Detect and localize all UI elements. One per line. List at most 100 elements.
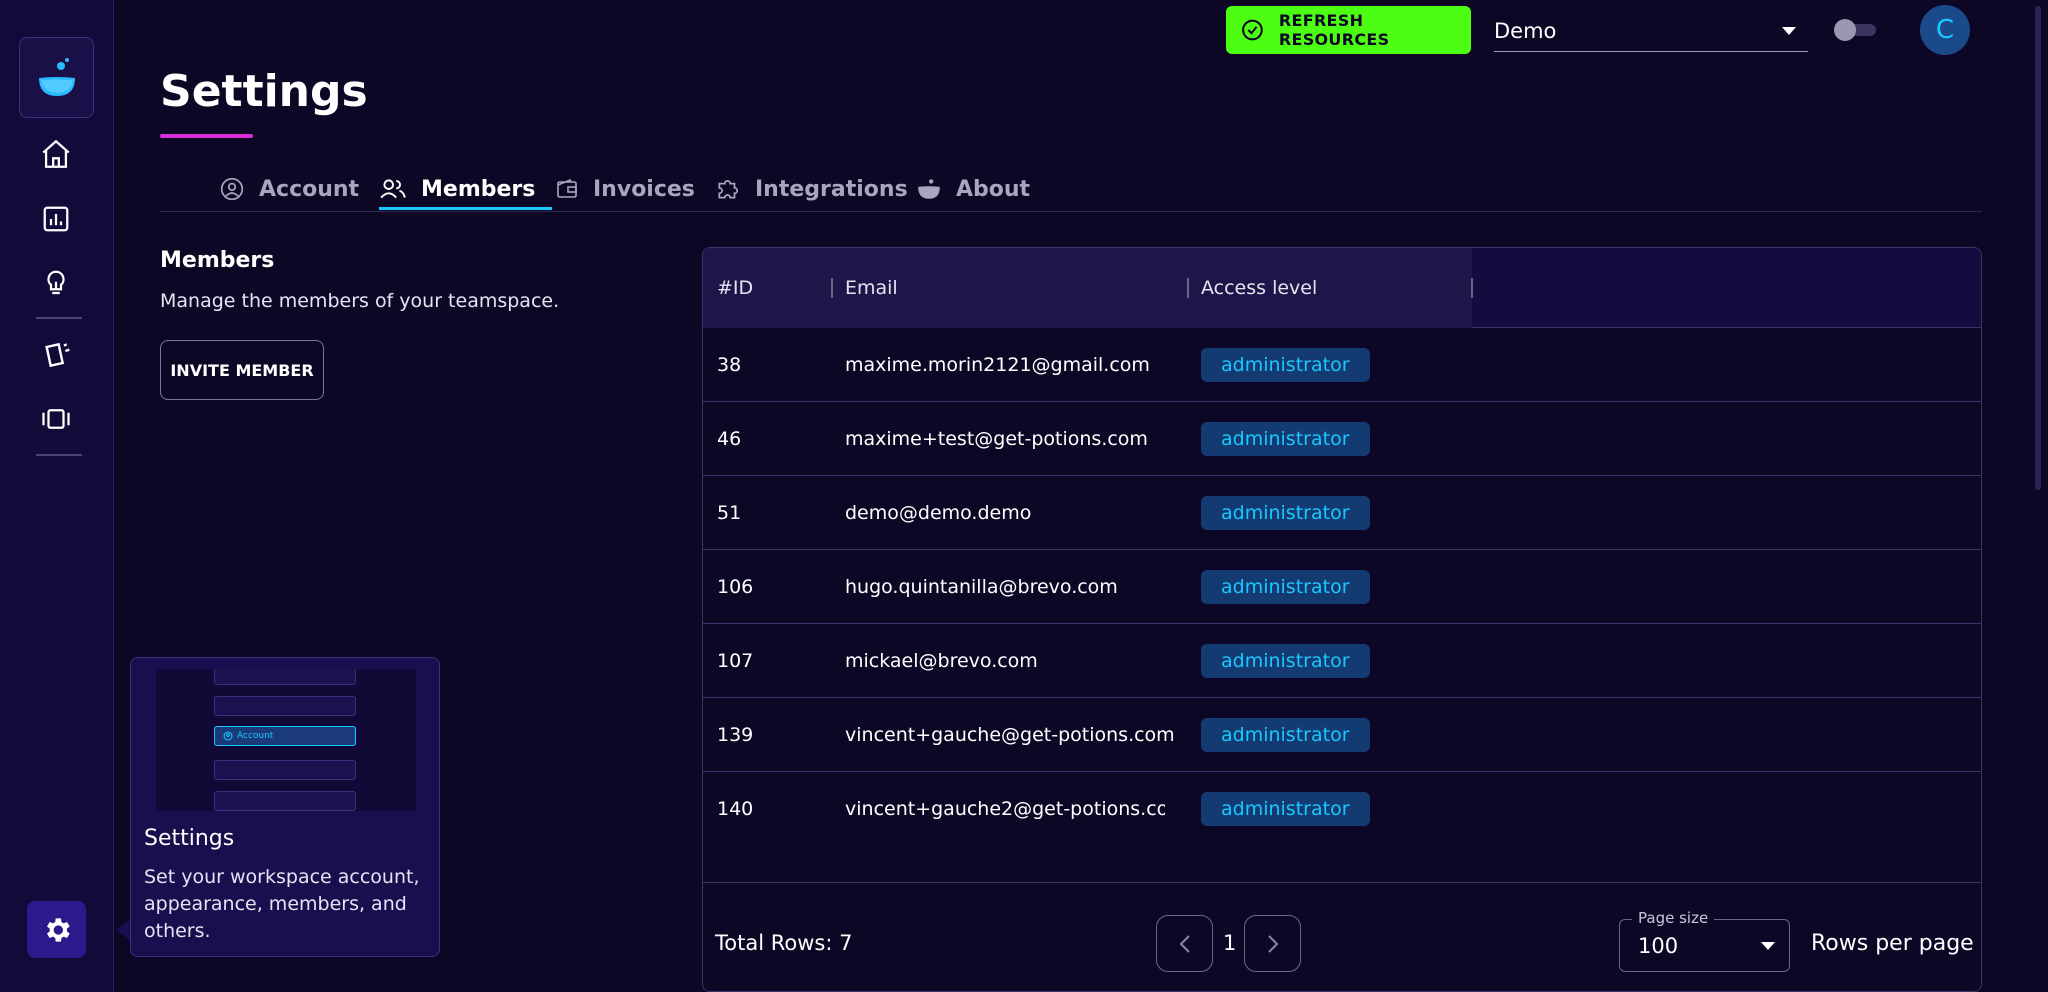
tooltip-description: Set your workspace account, appearance, …: [144, 866, 420, 942]
tab-label: Members: [421, 176, 536, 202]
caret-down-icon: [1761, 942, 1775, 950]
access-badge: administrator: [1201, 570, 1370, 604]
cell-id: 46: [717, 428, 742, 450]
sidebar: [0, 0, 114, 992]
chevron-left-icon: [1179, 934, 1190, 953]
chart-icon[interactable]: [36, 199, 76, 239]
column-resize-handle[interactable]: [1471, 278, 1473, 298]
refresh-resources-button[interactable]: REFRESH RESOURCES: [1226, 6, 1471, 54]
next-page-button[interactable]: [1244, 915, 1301, 972]
cell-email: maxime.morin2121@gmail.com: [845, 354, 1150, 376]
table-header: #ID Email Access level: [703, 248, 1981, 328]
column-header-access[interactable]: Access level: [1201, 248, 1317, 328]
table-row[interactable]: 107 mickael@brevo.com administrator: [703, 624, 1981, 698]
cell-email: maxime+test@get-potions.com: [845, 428, 1148, 450]
cell-access: administrator: [1201, 402, 1370, 476]
access-badge: administrator: [1201, 644, 1370, 678]
cell-email: hugo.quintanilla@brevo.com: [845, 576, 1118, 598]
workspace-select[interactable]: Demo: [1494, 10, 1808, 52]
tab-members[interactable]: Members: [379, 166, 535, 212]
members-table: #ID Email Access level 38 maxime.morin21…: [702, 247, 1982, 992]
cell-email: vincent+gauche2@get-potions.com: [845, 798, 1165, 820]
title-underline: [160, 134, 253, 138]
page-title: Settings: [160, 66, 368, 117]
tab-account[interactable]: Account: [219, 166, 359, 212]
cell-id: 107: [717, 650, 754, 672]
page-scrollbar[interactable]: [2033, 0, 2043, 992]
tab-integrations[interactable]: Integrations: [715, 166, 908, 212]
prev-page-button[interactable]: [1156, 915, 1213, 972]
avatar[interactable]: C: [1920, 5, 1970, 55]
preview-item-label: Account: [237, 731, 274, 741]
settings-button[interactable]: [27, 901, 86, 958]
cell-access: administrator: [1201, 698, 1370, 772]
settings-tooltip: Account Settings Set your workspace acco…: [130, 657, 440, 957]
access-badge: administrator: [1201, 422, 1370, 456]
cell-access: administrator: [1201, 550, 1370, 624]
tab-about[interactable]: About: [916, 166, 1030, 212]
cell-id: 51: [717, 502, 742, 524]
carousel-icon[interactable]: [36, 399, 76, 439]
nav-divider: [36, 454, 82, 456]
access-badge: administrator: [1201, 348, 1370, 382]
cell-id: 139: [717, 724, 754, 746]
table-row[interactable]: 51 demo@demo.demo administrator: [703, 476, 1981, 550]
tab-label: Invoices: [593, 176, 695, 202]
table-header-shaded: [703, 248, 1472, 328]
column-resize-handle[interactable]: [1187, 278, 1189, 298]
page-size-select[interactable]: Page size 100: [1619, 909, 1790, 972]
cards-icon[interactable]: [36, 335, 76, 375]
column-header-email[interactable]: Email: [845, 248, 898, 328]
tab-invoices[interactable]: Invoices: [555, 166, 695, 212]
potion-icon: [918, 179, 940, 199]
cell-email: vincent+gauche@get-potions.com: [845, 724, 1175, 746]
cell-id: 38: [717, 354, 742, 376]
members-section-title: Members: [160, 248, 275, 273]
invite-member-button[interactable]: INVITE MEMBER: [160, 340, 324, 400]
tooltip-title: Settings: [144, 826, 235, 851]
access-badge: administrator: [1201, 496, 1370, 530]
tab-label: Integrations: [755, 176, 908, 202]
caret-down-icon: [1782, 26, 1796, 35]
table-row[interactable]: 38 maxime.morin2121@gmail.com administra…: [703, 328, 1981, 402]
page-size-label: Page size: [1632, 909, 1715, 927]
nav-divider: [36, 317, 82, 319]
cell-id: 140: [717, 798, 754, 820]
members-section-description: Manage the members of your teamspace.: [160, 290, 560, 312]
wallet-icon: [557, 178, 577, 198]
table-row[interactable]: 139 vincent+gauche@get-potions.com admin…: [703, 698, 1981, 772]
gear-icon: [46, 917, 70, 942]
cell-email: mickael@brevo.com: [845, 650, 1038, 672]
access-badge: administrator: [1201, 792, 1370, 826]
rows-per-page-label: Rows per page: [1811, 931, 1974, 956]
column-resize-handle[interactable]: [831, 278, 833, 298]
toggle-knob: [1834, 19, 1856, 41]
column-header-id[interactable]: #ID: [717, 248, 753, 328]
cell-email: demo@demo.demo: [845, 502, 1032, 524]
users-icon: [380, 179, 406, 199]
workspace-value: Demo: [1494, 18, 1557, 43]
preview-bar: [214, 791, 356, 811]
theme-toggle[interactable]: [1834, 19, 1878, 41]
puzzle-icon: [718, 180, 739, 199]
current-page: 1: [1223, 931, 1237, 955]
table-row[interactable]: 140 vincent+gauche2@get-potions.com admi…: [703, 772, 1981, 846]
cell-access: administrator: [1201, 772, 1370, 846]
tab-label: Account: [259, 176, 360, 202]
table-row[interactable]: 106 hugo.quintanilla@brevo.com administr…: [703, 550, 1981, 624]
table-row[interactable]: 46 maxime+test@get-potions.com administr…: [703, 402, 1981, 476]
lightbulb-icon[interactable]: [36, 263, 76, 303]
scrollbar-thumb[interactable]: [2035, 6, 2041, 490]
app-logo[interactable]: [19, 37, 94, 118]
tooltip-preview: Account: [156, 669, 416, 811]
tab-label: About: [956, 176, 1031, 202]
page-size-value: 100: [1638, 934, 1679, 958]
preview-bar: [214, 696, 356, 716]
chevron-right-icon: [1267, 934, 1278, 953]
home-icon[interactable]: [36, 134, 76, 174]
potion-logo-icon: [38, 57, 75, 96]
preview-bar: [214, 760, 356, 780]
user-circle-icon: [223, 731, 233, 741]
cell-access: administrator: [1201, 624, 1370, 698]
user-circle-icon: [220, 177, 244, 201]
